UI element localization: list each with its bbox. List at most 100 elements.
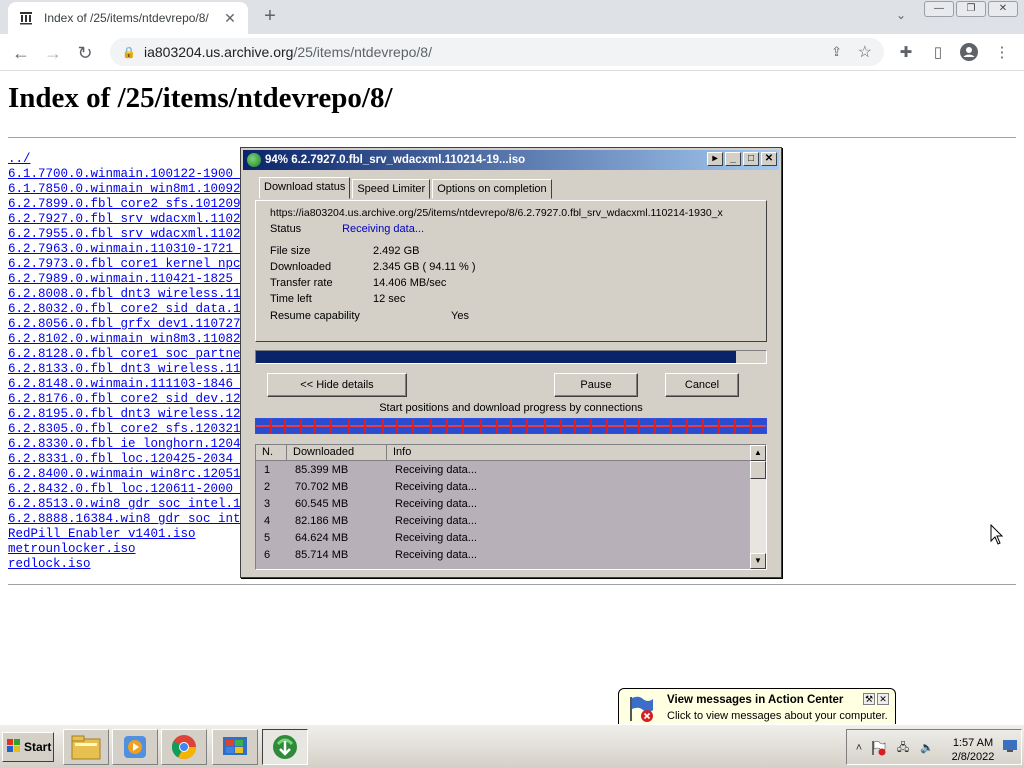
table-row[interactable]: 3 60.545 MB Receiving data... (256, 496, 752, 513)
maximize-icon[interactable]: □ (743, 152, 759, 166)
file-link[interactable]: 6.2.8133.0.fbl_dnt3_wireless.111 (8, 362, 256, 377)
time-left-value: 12 sec (373, 293, 406, 305)
balloon-settings-icon[interactable]: ⚒ (863, 693, 875, 705)
connection-number: 1 (264, 464, 271, 476)
file-link[interactable]: 6.2.8032.0.fbl_core2_sid_data.11 (8, 302, 256, 317)
table-row[interactable]: 2 70.702 MB Receiving data... (256, 479, 752, 496)
minimize-icon[interactable]: _ (725, 152, 741, 166)
tab-search-icon[interactable]: ⌄ (896, 8, 906, 22)
file-link[interactable]: metrounlocker.iso (8, 542, 256, 557)
connection-info: Receiving data... (395, 481, 477, 493)
restore-window-icon[interactable]: ❐ (956, 1, 986, 17)
balloon-body: Click to view messages about your comput… (667, 710, 888, 722)
file-link[interactable]: ../ (8, 152, 256, 167)
star-icon[interactable]: ☆ (858, 42, 872, 62)
volume-icon[interactable]: 🔈 (919, 740, 935, 756)
connection-marker (446, 419, 448, 433)
file-link[interactable]: 6.2.7963.0.winmain.110310-1721_x (8, 242, 256, 257)
file-link[interactable]: 6.2.7955.0.fbl_srv_wdacxml.11022 (8, 227, 256, 242)
idm-taskbar-icon (273, 735, 297, 759)
close-icon[interactable]: ✕ (761, 152, 777, 166)
taskbar-idm[interactable] (262, 729, 308, 765)
file-link[interactable]: 6.2.8513.0.win8_gdr_soc_intel.12 (8, 497, 256, 512)
connection-marker (734, 419, 736, 433)
file-link[interactable]: 6.2.8888.16384.win8_gdr_soc_inte. (8, 512, 256, 527)
cancel-button[interactable]: Cancel (665, 373, 739, 397)
hide-details-button[interactable]: << Hide details (267, 373, 407, 397)
file-link[interactable]: 6.2.8305.0.fbl_core2_sfs.120321- (8, 422, 256, 437)
file-link[interactable]: 6.1.7700.0.winmain.100122-1900_ar (8, 167, 256, 182)
browser-tab[interactable]: Index of /25/items/ntdevrepo/8/ ✕ (8, 2, 248, 34)
resume-value: Yes (451, 310, 469, 322)
file-link[interactable]: 6.2.8330.0.fbl_ie_longhorn.12042 (8, 437, 256, 452)
file-link[interactable]: 6.2.7927.0.fbl_srv_wdacxml.11021 (8, 212, 256, 227)
file-link[interactable]: 6.2.7989.0.winmain.110421-1825_x (8, 272, 256, 287)
scroll-thumb[interactable] (750, 461, 766, 479)
menu-icon[interactable]: ⋮ (992, 43, 1012, 63)
reload-icon[interactable]: ↻ (74, 42, 96, 64)
file-link[interactable]: 6.2.7973.0.fbl_core1_kernel_npc. (8, 257, 256, 272)
connection-marker (300, 419, 302, 433)
forward-icon[interactable]: → (42, 42, 64, 64)
table-row[interactable]: 6 85.714 MB Receiving data... (256, 547, 752, 564)
col-header-downloaded[interactable]: Downloaded (287, 445, 387, 461)
clock[interactable]: 1:57 AM 2/8/2022 (943, 736, 1003, 764)
file-link[interactable]: 6.1.7850.0.winmain_win8m1.100922- (8, 182, 256, 197)
tab-download-status[interactable]: Download status (259, 177, 351, 199)
pause-button[interactable]: Pause (554, 373, 638, 397)
share-icon[interactable]: ⇪ (831, 44, 842, 60)
file-link[interactable]: 6.2.8128.0.fbl_core1_soc_partner (8, 347, 256, 362)
start-button[interactable]: Start (2, 732, 54, 762)
new-tab-icon[interactable]: + (260, 6, 280, 26)
file-link[interactable]: 6.2.8176.0.fbl_core2_sid_dev.120 (8, 392, 256, 407)
tab-close-icon[interactable]: ✕ (222, 10, 238, 27)
col-header-n[interactable]: N. (256, 445, 287, 461)
dialog-title-bar[interactable]: 94% 6.2.7927.0.fbl_srv_wdacxml.110214-19… (243, 150, 779, 170)
connection-number: 6 (264, 549, 271, 561)
connections-progress-bar (255, 418, 767, 434)
taskbar-explorer[interactable] (63, 729, 109, 765)
action-center-tray-icon[interactable] (871, 740, 887, 756)
taskbar-chrome[interactable] (161, 729, 207, 765)
close-window-icon[interactable]: ✕ (988, 1, 1018, 17)
file-link[interactable]: RedPill_Enabler_v1401.iso (8, 527, 256, 542)
file-link[interactable]: 6.2.8148.0.winmain.111103-1846_x (8, 377, 256, 392)
file-link[interactable]: 6.2.8331.0.fbl_loc.120425-2034_x (8, 452, 256, 467)
tab-speed-limiter[interactable]: Speed Limiter (352, 179, 431, 199)
network-icon[interactable]: 🖧 (895, 740, 911, 756)
file-link[interactable]: 6.2.8195.0.fbl_dnt3_wireless.120 (8, 407, 256, 422)
tab-options-on-completion[interactable]: Options on completion (432, 179, 552, 199)
minimize-window-icon[interactable]: — (924, 1, 954, 17)
extensions-icon[interactable]: ✚ (896, 43, 916, 63)
address-bar[interactable]: 🔒 ia803204.us.archive.org/25/items/ntdev… (110, 38, 884, 66)
back-icon[interactable]: ← (10, 42, 32, 64)
file-link[interactable]: 6.2.8432.0.fbl_loc.120611-2000_x (8, 482, 256, 497)
table-row[interactable]: 5 64.624 MB Receiving data... (256, 530, 752, 547)
table-scrollbar[interactable]: ▲ ▼ (750, 445, 766, 569)
downloaded-label: Downloaded (270, 261, 332, 273)
show-hidden-icons-icon[interactable]: ˄ (851, 740, 867, 756)
profile-icon[interactable] (959, 43, 979, 63)
connection-marker (270, 419, 272, 433)
url-host: ia803204.us.archive.org (144, 44, 294, 60)
table-row[interactable]: 1 85.399 MB Receiving data... (256, 462, 752, 479)
scroll-down-icon[interactable]: ▼ (750, 553, 766, 569)
taskbar-media-player[interactable] (112, 729, 158, 765)
show-desktop-icon[interactable] (1003, 740, 1017, 756)
connection-marker (480, 419, 482, 433)
lock-icon[interactable]: 🔒 (122, 46, 136, 59)
table-row[interactable]: 4 82.186 MB Receiving data... (256, 513, 752, 530)
connection-marker (606, 419, 608, 433)
file-link[interactable]: redlock.iso (8, 557, 256, 572)
file-link[interactable]: 6.2.8400.0.winmain_win8rc.120518 (8, 467, 256, 482)
scroll-up-icon[interactable]: ▲ (750, 445, 766, 461)
taskbar-remote-app[interactable] (212, 729, 258, 765)
col-header-info[interactable]: Info (387, 445, 752, 461)
file-link[interactable]: 6.2.8102.0.winmain_win8m3.110823 (8, 332, 256, 347)
balloon-close-icon[interactable]: ✕ (877, 693, 889, 705)
file-link[interactable]: 6.2.8008.0.fbl_dnt3_wireless.110 (8, 287, 256, 302)
file-link[interactable]: 6.2.8056.0.fbl_grfx_dev1.110727- (8, 317, 256, 332)
file-link[interactable]: 6.2.7899.0.fbl_core2_sfs.101209- (8, 197, 256, 212)
sidepanel-icon[interactable]: ▯ (928, 43, 948, 63)
play-icon[interactable]: ▸ (707, 152, 723, 166)
